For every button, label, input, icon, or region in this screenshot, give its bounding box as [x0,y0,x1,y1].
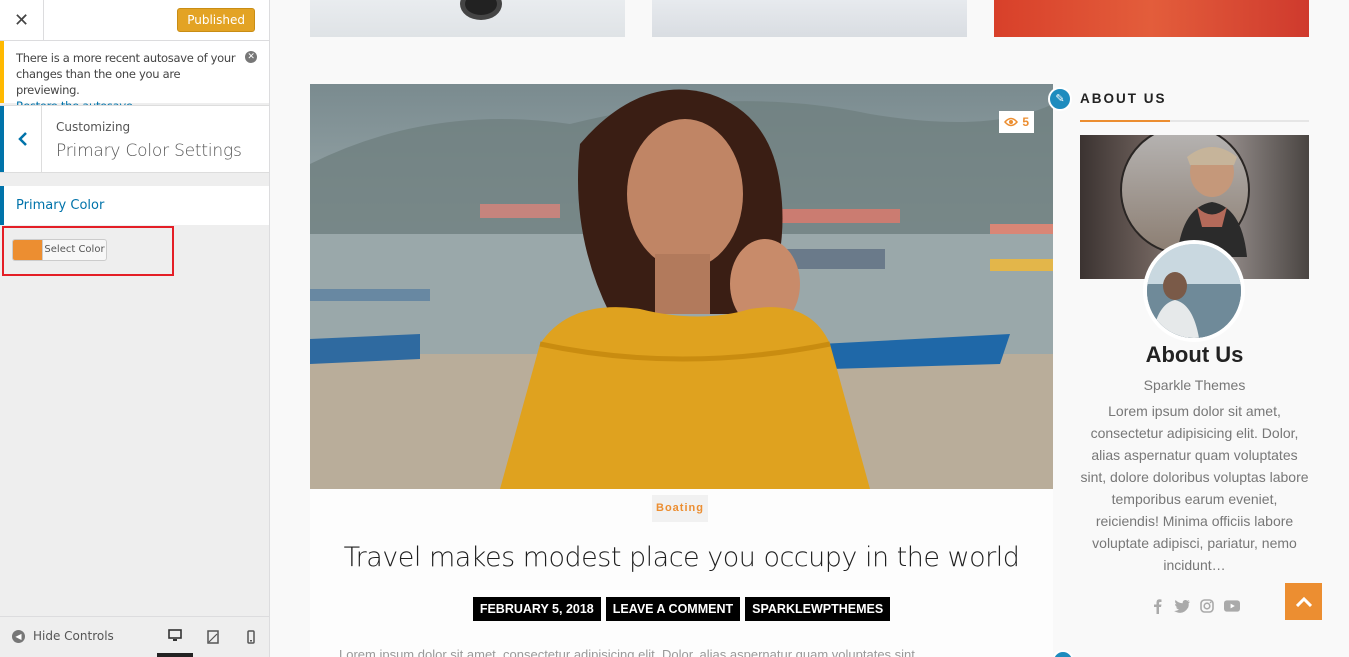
post-title[interactable]: Travel makes modest place you occupy in … [310,542,1053,573]
instagram-icon[interactable] [1199,598,1215,614]
about-text: Lorem ipsum dolor sit amet, consectetur … [1080,403,1309,573]
view-count-badge: 5 [999,111,1034,133]
post-meta: FEBRUARY 5, 2018 LEAVE A COMMENT SPARKLE… [310,597,1053,621]
preview-desktop-button[interactable] [157,617,193,657]
chevron-up-icon [1295,596,1312,607]
breadcrumb: Customizing [56,120,131,134]
pencil-icon[interactable]: ✎ [1048,87,1072,111]
twitter-icon[interactable] [1174,598,1190,614]
widget-title: ABOUT US [1080,91,1167,106]
facebook-icon[interactable] [1149,598,1165,614]
select-color-label: Select Color [42,240,106,260]
color-swatch[interactable] [13,240,42,260]
view-count: 5 [1022,115,1029,129]
avatar [1143,240,1245,342]
customizer-panel: ✕ Published There is a more recent autos… [0,0,270,657]
section-header: Customizing Primary Color Settings [0,105,269,173]
tire-image [460,0,502,20]
autosave-notice-text: There is a more recent autosave of your … [16,51,236,97]
select-color-button[interactable]: Select Color [12,239,107,261]
scroll-to-top-button[interactable] [1285,583,1322,620]
back-button[interactable] [0,106,42,172]
widget-icon [1052,650,1074,657]
customizer-footer: ◀ Hide Controls [0,616,269,657]
site-preview: 5 Boating Travel makes modest place you … [270,0,1349,657]
post-date[interactable]: FEBRUARY 5, 2018 [472,597,601,621]
section-title: Primary Color Settings [56,141,242,161]
social-links [1080,598,1309,614]
woman-lake-photo [310,89,1053,489]
leave-comment-link[interactable]: LEAVE A COMMENT [605,597,741,621]
mirror-circle [1120,135,1250,257]
close-customizer-button[interactable]: ✕ [0,0,44,40]
color-control-highlight: Select Color [2,226,174,276]
chevron-left-icon [17,132,27,146]
tablet-icon [207,630,219,644]
post-author-link[interactable]: SPARKLEWPTHEMES [745,597,891,621]
post-category-link[interactable]: Boating [652,495,708,522]
autosave-notice: There is a more recent autosave of your … [0,41,269,113]
publish-button[interactable]: Published [177,8,255,32]
post-excerpt: Lorem ipsum dolor sit amet, consectetur … [339,647,919,657]
youtube-icon[interactable] [1224,598,1240,614]
post-thumbnail[interactable] [652,0,967,37]
featured-post: 5 Boating Travel makes modest place you … [310,84,1053,657]
primary-color-control-title: Primary Color [0,186,269,225]
post-featured-image[interactable]: 5 [310,84,1053,489]
preview-tablet-button[interactable] [195,617,231,657]
post-thumbnail[interactable] [994,0,1309,37]
post-thumbnail[interactable] [310,0,625,37]
man-hat-photo [1177,147,1247,257]
widget-title-underline [1080,120,1309,122]
dismiss-icon[interactable]: ✕ [245,51,257,63]
about-name: About Us [1145,342,1244,367]
hide-controls-label: Hide Controls [33,629,114,643]
man-lake-photo [1147,244,1241,338]
hide-controls-button[interactable]: ◀ Hide Controls [12,629,114,643]
mobile-icon [247,630,255,644]
about-subtitle: Sparkle Themes [1143,377,1246,393]
eye-icon [1004,117,1019,127]
desktop-icon [168,628,182,641]
arrow-left-circle-icon: ◀ [12,629,25,643]
preview-mobile-button[interactable] [233,617,269,657]
customizer-header: ✕ Published [0,0,269,41]
